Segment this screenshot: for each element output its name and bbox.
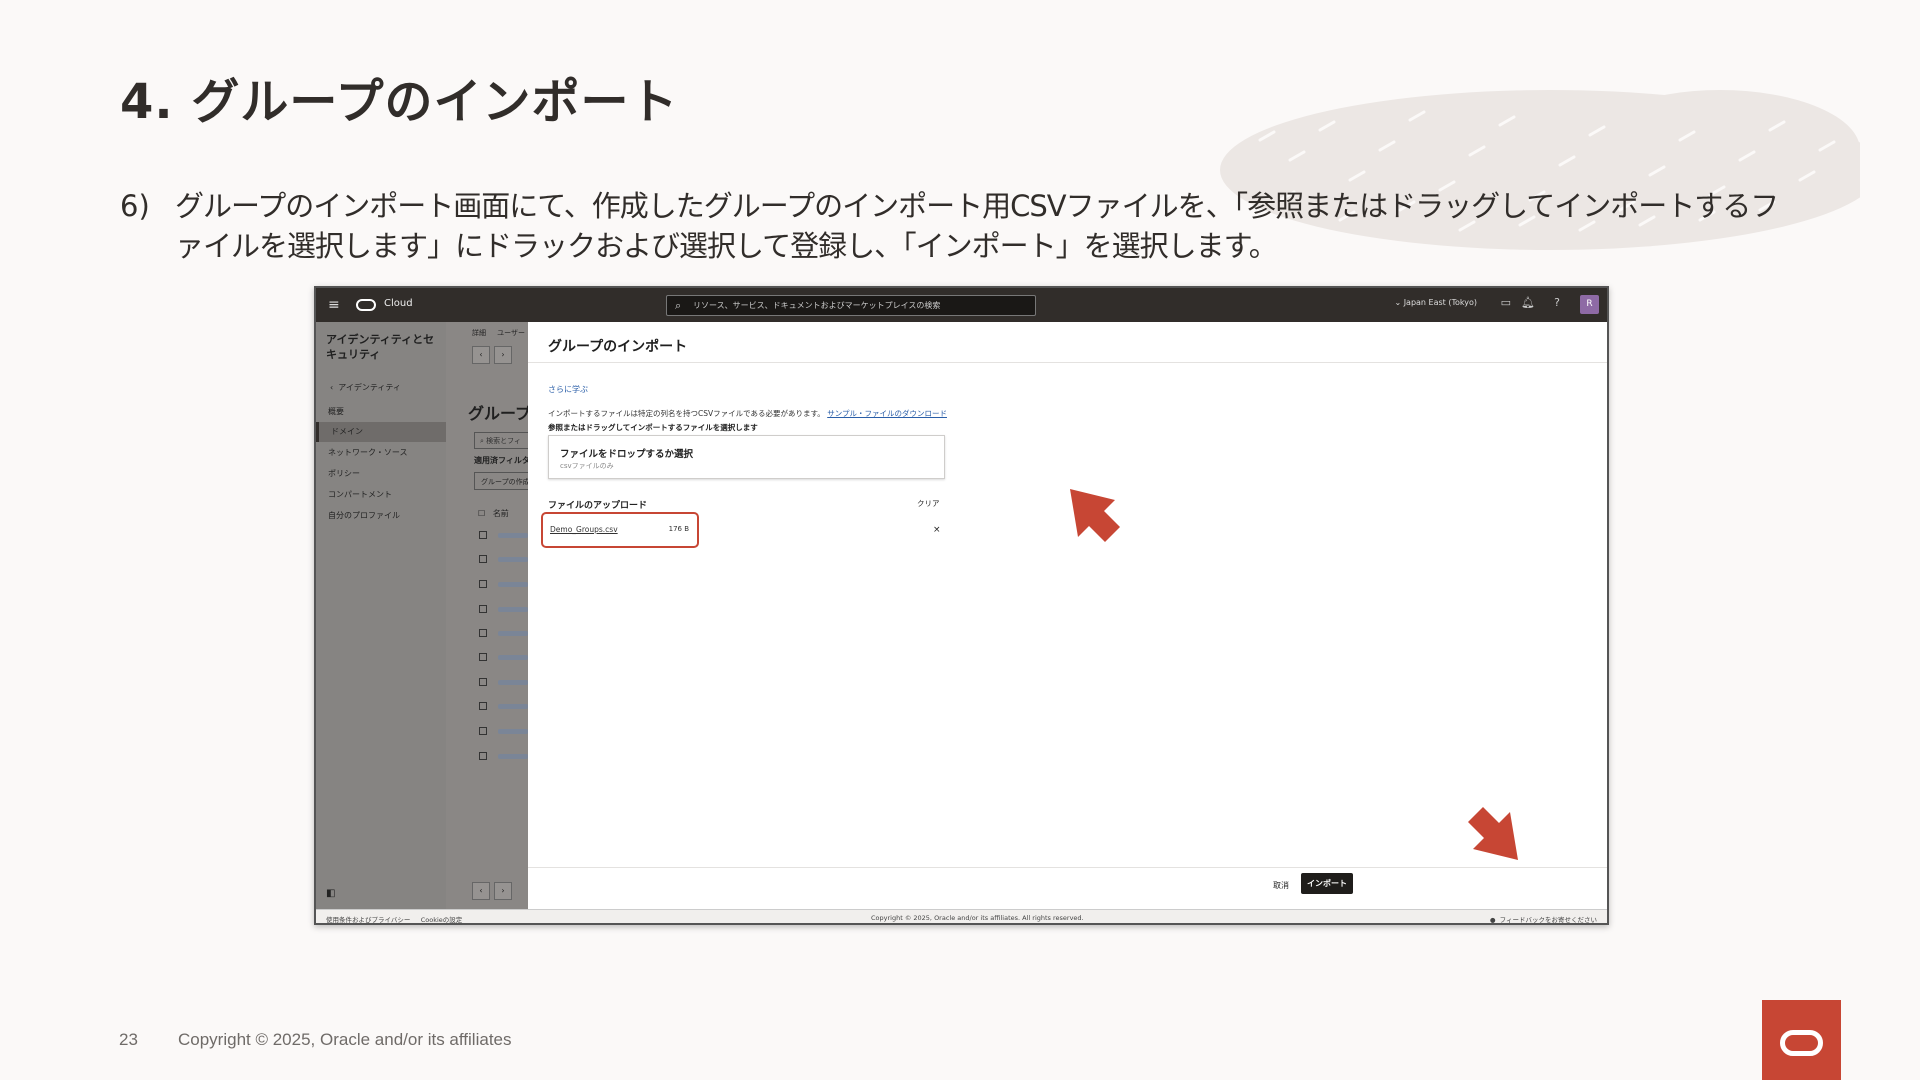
table-header: ☐ 名前 — [478, 509, 509, 518]
table-row — [498, 754, 528, 759]
groups-search-placeholder: 検索とフィ — [486, 437, 522, 445]
row-checkbox[interactable] — [479, 727, 487, 735]
instruction: 6) グループのインポート画面にて、作成したグループのインポート用CSVファイル… — [120, 186, 1780, 266]
row-checkbox[interactable] — [479, 752, 487, 760]
divider — [528, 867, 1607, 868]
applied-filters-label: 適用済フィルタ — [474, 456, 528, 465]
cancel-button[interactable]: 取消 — [1273, 880, 1289, 891]
slide-copyright: Copyright © 2025, Oracle and/or its affi… — [178, 1030, 512, 1049]
sidebar-item-policies[interactable]: ポリシー — [316, 464, 446, 484]
help-icon[interactable]: ? — [1554, 296, 1560, 309]
region-label: Japan East (Tokyo) — [1403, 298, 1477, 307]
sidebar-item-network-sources[interactable]: ネットワーク・ソース — [316, 443, 446, 463]
search-placeholder: リソース、サービス、ドキュメントおよびマーケットプレイスの検索 — [693, 301, 941, 310]
sample-file-download-link[interactable]: サンプル・ファイルのダウンロード — [827, 409, 947, 418]
oracle-logo-icon[interactable] — [356, 299, 376, 311]
feedback-link[interactable]: ● フィードバックをお寄せください — [1489, 914, 1597, 924]
step-number: 6) — [120, 189, 150, 223]
global-search-input[interactable]: ⌕ リソース、サービス、ドキュメントおよびマーケットプレイスの検索 — [666, 295, 1036, 316]
import-groups-panel: グループのインポート さらに学ぶ インポートするファイルは特定の列名を持つCSV… — [528, 322, 1607, 909]
row-checkbox[interactable] — [479, 653, 487, 661]
console-footer: 使用条件およびプライバシー Cookieの設定 Copyright © 2025… — [316, 909, 1607, 924]
sidebar-heading: アイデンティティとセキュリティ — [326, 333, 435, 361]
groups-title: グループ — [468, 404, 528, 423]
footer-links: 使用条件およびプライバシー Cookieの設定 — [326, 914, 463, 923]
row-checkbox[interactable] — [479, 678, 487, 686]
learn-more-link[interactable]: さらに学ぶ — [548, 384, 588, 395]
divider — [528, 362, 1607, 363]
column-name: 名前 — [492, 509, 509, 518]
table-row — [498, 729, 528, 734]
console-sidebar: アイデンティティとセキュリティ ‹ アイデンティティ 概要 ドメイン ネットワー… — [316, 322, 446, 909]
next-page-icon[interactable]: › — [494, 346, 512, 364]
avatar[interactable]: R — [1580, 295, 1599, 314]
dropzone-main-text: ファイルをドロップするか選択 — [560, 449, 694, 460]
dropzone-sub-text: csvファイルのみ — [560, 462, 614, 470]
instruction-text: グループのインポート画面にて、作成したグループのインポート用CSVファイルを、「… — [175, 189, 1779, 263]
menu-icon[interactable]: ≡ — [328, 297, 340, 313]
table-row — [498, 582, 528, 587]
next-page-icon[interactable]: › — [494, 882, 512, 900]
search-icon: ⌕ — [675, 299, 682, 312]
console-screenshot: ≡ Cloud ⌕ リソース、サービス、ドキュメントおよびマーケットプレイスの検… — [314, 286, 1609, 925]
description-text: インポートするファイルは特定の列名を持つCSVファイルである必要があります。 — [548, 409, 825, 418]
import-description: インポートするファイルは特定の列名を持つCSVファイルである必要があります。 サ… — [548, 408, 947, 419]
prev-page-icon[interactable]: ‹ — [472, 882, 490, 900]
groups-list-pane: 詳細 ユーザー ‹ › グループ ⌕ 検索とフィ 適用済フィルタ グループの作成… — [446, 322, 528, 909]
table-row — [498, 655, 528, 660]
sidebar-item-overview[interactable]: 概要 — [316, 402, 446, 422]
sidebar-item-my-profile[interactable]: 自分のプロファイル — [316, 506, 446, 526]
row-checkbox[interactable] — [479, 605, 487, 613]
remove-file-icon[interactable]: × — [933, 525, 941, 535]
dropzone-label: 参照またはドラッグしてインポートするファイルを選択します — [548, 423, 758, 432]
panel-title: グループのインポート — [548, 339, 688, 355]
row-checkbox[interactable] — [479, 629, 487, 637]
brand-label[interactable]: Cloud — [384, 298, 413, 309]
midpane-tabs: 詳細 ユーザー — [472, 328, 525, 338]
oracle-ring-icon — [1780, 1030, 1823, 1056]
row-checkbox[interactable] — [479, 531, 487, 539]
row-checkbox[interactable] — [479, 702, 487, 710]
page-number: 23 — [119, 1030, 138, 1049]
prev-page-icon[interactable]: ‹ — [472, 346, 490, 364]
tab-users[interactable]: ユーザー — [497, 329, 525, 337]
bell-icon[interactable]: 🔔︎ — [1521, 296, 1535, 309]
oracle-logo — [1762, 1000, 1841, 1080]
uploaded-file-size: 176 B — [668, 525, 689, 533]
import-button[interactable]: インポート — [1301, 873, 1353, 894]
sidebar-back-link[interactable]: ‹ アイデンティティ — [330, 382, 401, 393]
table-row — [498, 631, 528, 636]
table-row — [498, 704, 528, 709]
upload-heading: ファイルのアップロード — [548, 501, 648, 511]
console-copyright: Copyright © 2025, Oracle and/or its affi… — [871, 914, 1084, 922]
uploaded-file-name[interactable]: Demo_Groups.csv — [550, 525, 618, 534]
collapse-sidebar-icon[interactable]: ◧ — [326, 888, 335, 899]
sidebar-back-label: アイデンティティ — [338, 383, 401, 392]
sidebar-item-domains[interactable]: ドメイン — [316, 422, 446, 442]
uploaded-file-highlight: Demo_Groups.csv 176 B — [541, 512, 699, 548]
table-row — [498, 533, 528, 538]
feedback-label: フィードバックをお寄せください — [1499, 916, 1597, 924]
console-topbar: ≡ Cloud ⌕ リソース、サービス、ドキュメントおよびマーケットプレイスの検… — [316, 288, 1607, 322]
table-row — [498, 680, 528, 685]
sidebar-item-compartments[interactable]: コンパートメント — [316, 485, 446, 505]
region-selector[interactable]: ⌄ Japan East (Tokyo) — [1394, 298, 1477, 307]
clear-button[interactable]: クリア — [917, 498, 940, 509]
cookie-settings-link[interactable]: Cookieの設定 — [421, 916, 463, 923]
groups-search-input[interactable]: ⌕ 検索とフィ — [474, 432, 528, 449]
row-checkbox[interactable] — [479, 580, 487, 588]
feedback-icon: ● — [1489, 916, 1496, 924]
terms-privacy-link[interactable]: 使用条件およびプライバシー — [326, 916, 410, 923]
slide-title: 4. グループのインポート — [120, 74, 679, 130]
file-dropzone[interactable]: ファイルをドロップするか選択 csvファイルのみ — [548, 435, 945, 479]
table-row — [498, 607, 528, 612]
cloud-shell-icon[interactable]: ▭ — [1501, 296, 1511, 309]
row-checkbox[interactable] — [479, 555, 487, 563]
create-group-button[interactable]: グループの作成 — [474, 472, 528, 490]
table-row — [498, 557, 528, 562]
tab-details[interactable]: 詳細 — [472, 329, 486, 337]
